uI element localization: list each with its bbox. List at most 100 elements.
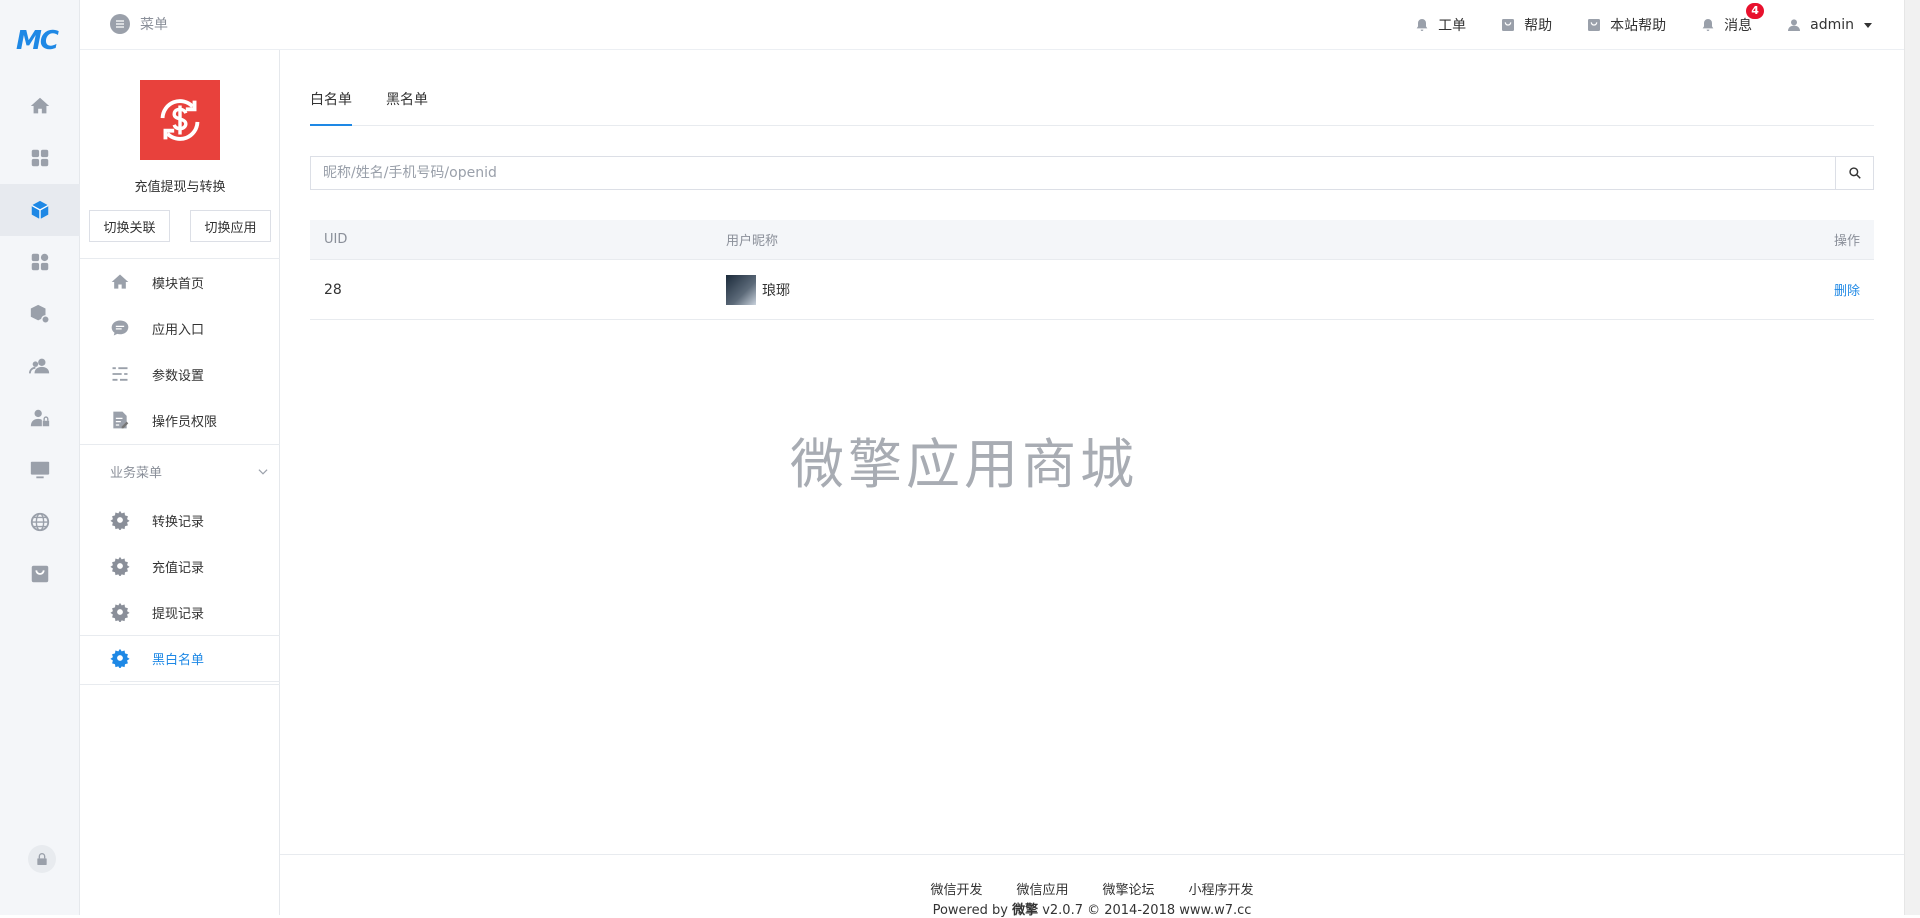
chevron-down-icon xyxy=(258,468,268,475)
sidebar-item-app-entry[interactable]: 应用入口 xyxy=(80,305,280,351)
dashboard-icon[interactable] xyxy=(0,132,80,184)
switch-relation-button[interactable]: 切换关联 xyxy=(89,210,170,242)
username: admin xyxy=(1810,17,1854,33)
col-uid: UID xyxy=(324,232,348,247)
powered-suffix: v2.0.7 © 2014-2018 www.w7.cc xyxy=(1038,903,1252,918)
footer-link-miniprogram-dev[interactable]: 小程序开发 xyxy=(1189,879,1254,898)
message-count-badge: 4 xyxy=(1746,3,1765,19)
tab-blacklist[interactable]: 黑名单 xyxy=(386,90,428,126)
search-bar xyxy=(310,156,1874,190)
globe-icon[interactable] xyxy=(0,496,80,548)
copyright: Powered by 微擎 v2.0.7 © 2014-2018 www.w7.… xyxy=(280,899,1904,918)
currency-exchange-icon xyxy=(160,99,200,141)
divider xyxy=(110,681,280,682)
bell-icon xyxy=(1702,19,1714,31)
tab-whitelist[interactable]: 白名单 xyxy=(310,90,352,126)
list-tabs: 白名单 黑名单 xyxy=(310,90,1874,126)
nav-help[interactable]: 帮助 xyxy=(1500,15,1552,35)
switch-app-button[interactable]: 切换应用 xyxy=(190,210,271,242)
module-settings-icon[interactable] xyxy=(0,288,80,340)
sidebar-item-module-home[interactable]: 模块首页 xyxy=(80,259,280,305)
menu-list-icon xyxy=(110,14,130,34)
user-icon xyxy=(1788,19,1801,31)
menu-label: 菜单 xyxy=(140,17,168,33)
footer-link-wechat-dev[interactable]: 微信开发 xyxy=(930,879,982,898)
store-icon[interactable] xyxy=(0,548,80,600)
sidebar-item-black-white-list[interactable]: 黑白名单 xyxy=(80,635,280,681)
nav-messages-label: 消息 xyxy=(1724,18,1753,34)
col-actions: 操作 xyxy=(1833,234,1860,249)
avatar xyxy=(726,274,756,305)
module-icon[interactable] xyxy=(0,184,80,236)
icon-rail: MC xyxy=(0,0,80,915)
lock-icon[interactable] xyxy=(28,845,56,873)
gear-icon xyxy=(110,510,130,530)
sidebar-item-label: 应用入口 xyxy=(152,322,205,338)
divider xyxy=(80,444,280,445)
section-title: 业务菜单 xyxy=(110,466,163,481)
user-menu[interactable]: admin xyxy=(1786,17,1872,33)
bag-icon xyxy=(1588,19,1601,31)
chevron-down-icon xyxy=(1864,22,1872,28)
table-header: UID 用户昵称 操作 xyxy=(310,220,1874,260)
nav-help-label: 帮助 xyxy=(1524,18,1553,34)
cell-uid: 28 xyxy=(324,281,342,298)
vertical-scrollbar[interactable] xyxy=(1904,0,1920,915)
top-header: 菜单 工单 帮助 本站帮助 消息 4 admin xyxy=(80,0,1904,50)
sidebar-item-label: 操作员权限 xyxy=(152,414,218,430)
footer-link-wechat-apps[interactable]: 微信应用 xyxy=(1016,879,1068,898)
watermark-text: 微擎应用商城 xyxy=(790,433,1138,496)
gear-icon xyxy=(110,602,130,622)
divider xyxy=(80,684,280,685)
sidebar-item-recharge-records[interactable]: 充值记录 xyxy=(80,543,280,589)
sidebar-item-convert-records[interactable]: 转换记录 xyxy=(80,497,280,543)
sidebar-item-label: 黑白名单 xyxy=(152,652,205,668)
module-name: 充值提现与转换 xyxy=(134,180,226,195)
bell-icon xyxy=(1416,19,1428,31)
col-nickname: 用户昵称 xyxy=(726,234,779,249)
module-logo xyxy=(140,80,220,160)
sidebar-item-operator-permissions[interactable]: 操作员权限 xyxy=(80,397,280,443)
nav-site-help[interactable]: 本站帮助 xyxy=(1586,15,1666,35)
nav-ticket[interactable]: 工单 xyxy=(1414,15,1466,35)
apps-icon[interactable] xyxy=(0,236,80,288)
sidebar-item-params[interactable]: 参数设置 xyxy=(80,351,280,397)
menu-toggle[interactable]: 菜单 xyxy=(110,14,168,34)
user-lock-icon[interactable] xyxy=(0,392,80,444)
nickname-text: 琅琊 xyxy=(762,282,790,299)
business-menu-header[interactable]: 业务菜单 xyxy=(110,462,270,481)
nav-ticket-label: 工单 xyxy=(1438,18,1467,34)
module-sidebar: 充值提现与转换 切换关联 切换应用 模块首页 应用入口 参数设置 操作员权限 业… xyxy=(80,50,280,915)
delete-link[interactable]: 删除 xyxy=(1834,284,1860,299)
nav-messages[interactable]: 消息 4 xyxy=(1700,3,1765,35)
edit-doc-icon xyxy=(113,411,129,429)
search-button[interactable] xyxy=(1835,157,1873,189)
home-icon xyxy=(111,274,129,289)
nav-site-help-label: 本站帮助 xyxy=(1610,18,1667,34)
sidebar-item-withdraw-records[interactable]: 提现记录 xyxy=(80,589,280,635)
powered-brand: 微擎 xyxy=(1012,903,1039,918)
monitor-icon[interactable] xyxy=(0,444,80,496)
home-icon[interactable] xyxy=(0,80,80,132)
top-nav: 工单 帮助 本站帮助 消息 4 admin xyxy=(1414,0,1872,50)
gear-icon xyxy=(110,556,130,576)
brand-logo[interactable]: MC xyxy=(16,28,64,54)
chat-icon xyxy=(111,320,129,336)
footer-links: 微信开发 微信应用 微擎论坛 小程序开发 xyxy=(280,879,1904,898)
users-icon[interactable] xyxy=(0,340,80,392)
search-input[interactable] xyxy=(311,157,1835,189)
powered-prefix: Powered by xyxy=(932,903,1013,918)
module-switch-buttons: 切换关联 切换应用 xyxy=(89,210,271,242)
gear-icon xyxy=(110,648,130,668)
cell-actions: 删除 xyxy=(1754,280,1874,299)
user-table: UID 用户昵称 操作 28 琅琊 删除 xyxy=(310,220,1874,320)
search-icon xyxy=(1848,167,1861,179)
sidebar-item-label: 转换记录 xyxy=(152,514,205,530)
footer: 微信开发 微信应用 微擎论坛 小程序开发 Powered by 微擎 v2.0.… xyxy=(280,854,1904,918)
list-settings-icon xyxy=(112,367,128,381)
sidebar-item-label: 提现记录 xyxy=(152,606,205,622)
cell-nickname: 琅琊 xyxy=(726,274,1754,305)
footer-link-forum[interactable]: 微擎论坛 xyxy=(1103,879,1155,898)
sidebar-item-label: 模块首页 xyxy=(152,276,205,292)
table-row: 28 琅琊 删除 xyxy=(310,260,1874,320)
